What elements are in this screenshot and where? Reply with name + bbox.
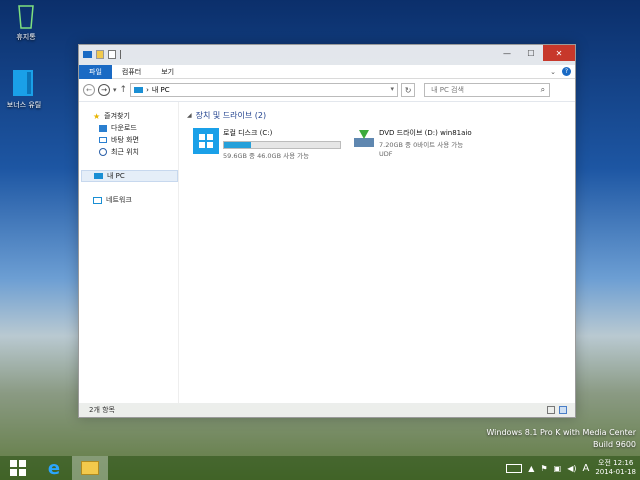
drive-usage-fill bbox=[224, 142, 251, 148]
refresh-button[interactable]: ↻ bbox=[401, 83, 416, 97]
status-bar: 2개 항목 bbox=[79, 403, 575, 417]
drive-filesystem: UDF bbox=[379, 150, 393, 158]
navigation-pane: ★ 즐겨찾기 다운로드 바탕 화면 최근 위치 내 PC 네트워크 bbox=[79, 102, 179, 403]
address-bar-row: ← → ▾ ↑ › 내 PC ▾ ↻ 내 PC 검색 ⌕ bbox=[79, 79, 575, 101]
minimize-button[interactable]: — bbox=[495, 45, 519, 61]
watermark-edition: Windows 8.1 Pro K with Media Center bbox=[486, 428, 636, 437]
properties-icon[interactable] bbox=[96, 50, 104, 59]
view-buttons bbox=[547, 406, 567, 414]
search-icon[interactable]: ⌕ bbox=[541, 85, 545, 95]
network-tray-icon[interactable]: ▣ bbox=[554, 464, 562, 473]
start-button[interactable] bbox=[0, 456, 36, 480]
nav-recent-places[interactable]: 최근 위치 bbox=[79, 146, 178, 158]
action-center-flag-icon[interactable]: ⚑ bbox=[540, 464, 547, 473]
content-pane: ◢ 장치 및 드라이브 (2) 로컬 디스크 (C:) 59.6GB 중 46. bbox=[179, 102, 575, 403]
clock-time: 오전 12:16 bbox=[598, 459, 634, 467]
close-button[interactable]: ✕ bbox=[543, 45, 575, 61]
up-button[interactable]: ↑ bbox=[120, 85, 128, 95]
download-icon bbox=[99, 124, 107, 132]
folder-blue-icon bbox=[13, 70, 33, 96]
tab-file[interactable]: 파일 bbox=[79, 64, 112, 79]
dvd-drive-icon bbox=[354, 130, 374, 147]
new-folder-icon[interactable] bbox=[108, 50, 116, 59]
drive-name: 로컬 디스크 (C:) bbox=[223, 129, 273, 137]
clock-date: 2014-01-18 bbox=[595, 468, 636, 476]
this-pc-icon bbox=[94, 173, 103, 179]
drive-name: DVD 드라이브 (D:) win81aio bbox=[379, 129, 472, 137]
nav-label: 다운로드 bbox=[111, 124, 137, 132]
internet-explorer-icon: e bbox=[47, 457, 61, 479]
nav-favorites[interactable]: ★ 즐겨찾기 bbox=[79, 110, 178, 122]
explorer-window: — ☐ ✕ 파일 컴퓨터 보기 ⌄ ? ← → ▾ ↑ › 내 PC ▾ ↻ 내… bbox=[78, 44, 576, 418]
group-header-label: 장치 및 드라이브 (2) bbox=[195, 111, 267, 120]
nav-label: 네트워크 bbox=[106, 196, 132, 204]
drive-usage-bar bbox=[223, 141, 341, 149]
desktop-icon-bonus-util[interactable]: 보너스 유틸 bbox=[0, 68, 48, 110]
desktop-icon-label: 휴지통 bbox=[16, 33, 36, 41]
title-bar[interactable]: — ☐ ✕ bbox=[79, 45, 575, 65]
ribbon-tabs: 파일 컴퓨터 보기 ⌄ ? bbox=[79, 64, 575, 79]
recent-places-icon bbox=[99, 148, 107, 156]
drive-detail: 7.20GB 중 0바이트 사용 가능 bbox=[379, 141, 464, 149]
forward-button[interactable]: → bbox=[98, 84, 110, 96]
system-tray: ▲ ⚑ ▣ ◀) A 오전 12:16 2014-01-18 bbox=[506, 456, 636, 480]
quick-access-toolbar bbox=[83, 50, 121, 59]
drive-c[interactable]: 로컬 디스크 (C:) 59.6GB 중 46.0GB 사용 가능 bbox=[193, 128, 341, 160]
watermark-build: Build 9600 bbox=[593, 440, 636, 449]
path-separator: › bbox=[146, 86, 149, 94]
windows-drive-icon bbox=[193, 128, 219, 154]
ribbon-help-area: ⌄ ? bbox=[550, 67, 571, 76]
os-watermark: Windows 8.1 Pro K with Media Center Buil… bbox=[486, 427, 636, 451]
desktop-icon-label: 보너스 유틸 bbox=[6, 101, 42, 109]
network-icon bbox=[93, 196, 102, 204]
address-field[interactable]: › 내 PC ▾ bbox=[130, 83, 399, 97]
ime-indicator[interactable]: A bbox=[582, 463, 589, 474]
nav-label: 내 PC bbox=[107, 172, 125, 180]
windows-logo-icon bbox=[10, 460, 26, 476]
clock[interactable]: 오전 12:16 2014-01-18 bbox=[595, 459, 636, 477]
large-icons-view-icon[interactable] bbox=[559, 406, 567, 414]
collapse-icon: ◢ bbox=[187, 112, 192, 119]
taskbar: e ▲ ⚑ ▣ ◀) A 오전 12:16 2014-01-18 bbox=[0, 456, 640, 480]
main-area: ★ 즐겨찾기 다운로드 바탕 화면 최근 위치 내 PC 네트워크 ◢ 장치 및… bbox=[79, 102, 575, 403]
help-icon[interactable]: ? bbox=[562, 67, 571, 76]
file-explorer-button[interactable] bbox=[72, 456, 108, 480]
tab-view[interactable]: 보기 bbox=[151, 65, 184, 79]
recycle-bin-icon bbox=[18, 5, 34, 29]
nav-desktop[interactable]: 바탕 화면 bbox=[79, 134, 178, 146]
breadcrumb-this-pc[interactable]: 내 PC bbox=[152, 85, 170, 95]
file-explorer-icon bbox=[81, 461, 99, 475]
address-dropdown-icon[interactable]: ▾ bbox=[391, 85, 395, 93]
nav-this-pc[interactable]: 내 PC bbox=[81, 170, 178, 182]
touch-keyboard-icon[interactable] bbox=[506, 463, 523, 473]
drive-d[interactable]: DVD 드라이브 (D:) win81aio 7.20GB 중 0바이트 사용 … bbox=[353, 128, 472, 158]
this-pc-icon bbox=[134, 87, 144, 93]
desktop-icon-recycle-bin[interactable]: 휴지통 bbox=[2, 4, 50, 42]
window-controls: — ☐ ✕ bbox=[495, 45, 575, 61]
volume-icon[interactable]: ◀) bbox=[567, 464, 576, 473]
show-hidden-icons-icon[interactable]: ▲ bbox=[528, 464, 534, 473]
nav-label: 바탕 화면 bbox=[111, 136, 139, 144]
nav-downloads[interactable]: 다운로드 bbox=[79, 122, 178, 134]
star-icon: ★ bbox=[93, 111, 101, 121]
search-input[interactable]: 내 PC 검색 ⌕ bbox=[424, 83, 551, 97]
customize-qat-icon[interactable] bbox=[120, 50, 121, 59]
this-pc-icon[interactable] bbox=[83, 51, 92, 58]
details-view-icon[interactable] bbox=[547, 406, 555, 414]
item-count: 2개 항목 bbox=[89, 406, 115, 414]
maximize-button[interactable]: ☐ bbox=[519, 45, 543, 61]
nav-label: 즐겨찾기 bbox=[104, 112, 130, 120]
recent-locations-button[interactable]: ▾ bbox=[113, 86, 117, 94]
devices-group-header[interactable]: ◢ 장치 및 드라이브 (2) bbox=[187, 110, 575, 121]
nav-network[interactable]: 네트워크 bbox=[79, 194, 178, 206]
nav-label: 최근 위치 bbox=[111, 148, 139, 156]
tab-computer[interactable]: 컴퓨터 bbox=[112, 65, 151, 79]
internet-explorer-button[interactable]: e bbox=[36, 456, 72, 480]
desktop-icon bbox=[99, 137, 107, 143]
expand-ribbon-icon[interactable]: ⌄ bbox=[550, 68, 556, 76]
drive-detail: 59.6GB 중 46.0GB 사용 가능 bbox=[223, 152, 310, 160]
search-placeholder: 내 PC 검색 bbox=[431, 86, 464, 94]
back-button[interactable]: ← bbox=[83, 84, 95, 96]
